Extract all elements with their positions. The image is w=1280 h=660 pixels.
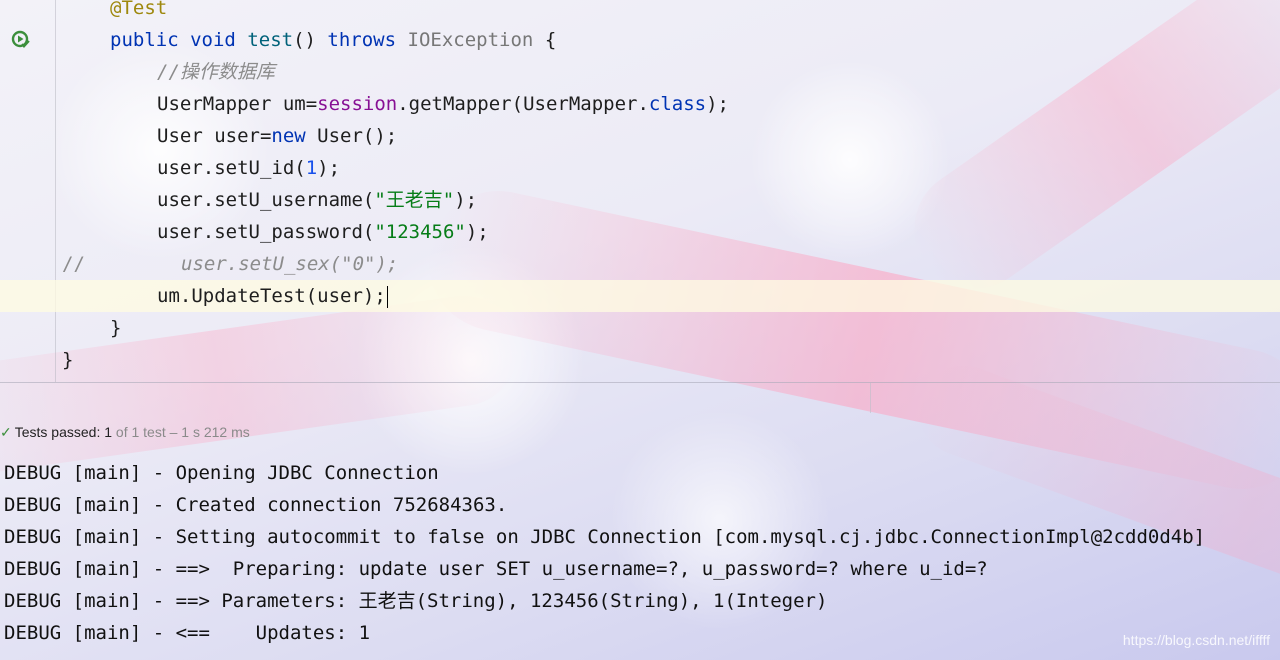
string-literal: "123456" [374, 221, 466, 243]
console-line: DEBUG [main] - Setting autocommit to fal… [4, 526, 1206, 548]
console-line: DEBUG [main] - ==> Preparing: update use… [4, 558, 988, 580]
keyword-throws: throws [327, 29, 397, 51]
code-line-method-signature: public void test() throws IOException { [0, 24, 1280, 56]
line-comment-marker: // [62, 253, 85, 275]
close-brace: } [62, 349, 74, 371]
watermark: https://blog.csdn.net/iffff [1122, 632, 1270, 648]
code-line-set-id: user.setU_id(1); [157, 157, 341, 179]
comment-text: //操作数据库 [157, 61, 275, 83]
method-name: test [247, 29, 294, 51]
open-brace: { [544, 29, 557, 51]
string-literal: "王老吉" [374, 189, 455, 211]
number-literal: 1 [305, 157, 318, 179]
text-caret [386, 285, 389, 308]
field-session: session [317, 93, 398, 115]
test-status-bar: ✓ Tests passed: 1 of 1 test – 1 s 212 ms [0, 416, 1280, 448]
commented-code: user.setU_sex("0"); [181, 253, 399, 275]
keyword-new: new [271, 125, 306, 147]
code-line-set-username: user.setU_username("王老吉"); [157, 189, 478, 211]
console-line: DEBUG [main] - <== Updates: 1 [4, 622, 371, 644]
code-line-get-mapper: UserMapper um=session.getMapper(UserMapp… [157, 93, 729, 115]
panel-splitter[interactable] [870, 383, 871, 413]
code-line-comment: //操作数据库 [0, 56, 1280, 88]
code-line-annotation: @Test [0, 0, 1280, 24]
check-icon: ✓ [0, 424, 12, 440]
code-line-close-method: } [0, 312, 1280, 344]
run-test-gutter-icon[interactable] [11, 30, 31, 50]
keyword-public: public [110, 29, 179, 51]
test-status-detail: of 1 test – 1 s 212 ms [115, 424, 250, 440]
console-line: DEBUG [main] - ==> Parameters: 王老吉(Strin… [4, 590, 828, 612]
keyword-void: void [190, 29, 236, 51]
test-status-label: Tests passed: [14, 424, 101, 440]
exception-type: IOException [407, 29, 534, 51]
code-line-commented-set-sex: // user.setU_sex("0"); [0, 248, 1280, 280]
test-passed-count: 1 [104, 424, 113, 440]
code-line-set-password: user.setU_password("123456"); [157, 221, 489, 243]
method-parens: () [293, 29, 316, 51]
code-line-update-test[interactable]: um.UpdateTest(user); [0, 280, 1280, 312]
annotation-test: @Test [110, 0, 168, 19]
console-line: DEBUG [main] - Created connection 752684… [4, 494, 508, 516]
code-line-new-user: User user=new User(); [157, 125, 398, 147]
code-line-close-class: } [0, 344, 1280, 376]
close-brace: } [110, 317, 122, 339]
panel-divider[interactable] [0, 382, 1280, 383]
code-editor[interactable]: @Test public void test() throws IOExcept… [0, 0, 1280, 382]
console-line: DEBUG [main] - Opening JDBC Connection [4, 462, 439, 484]
keyword-class: class [648, 93, 707, 115]
